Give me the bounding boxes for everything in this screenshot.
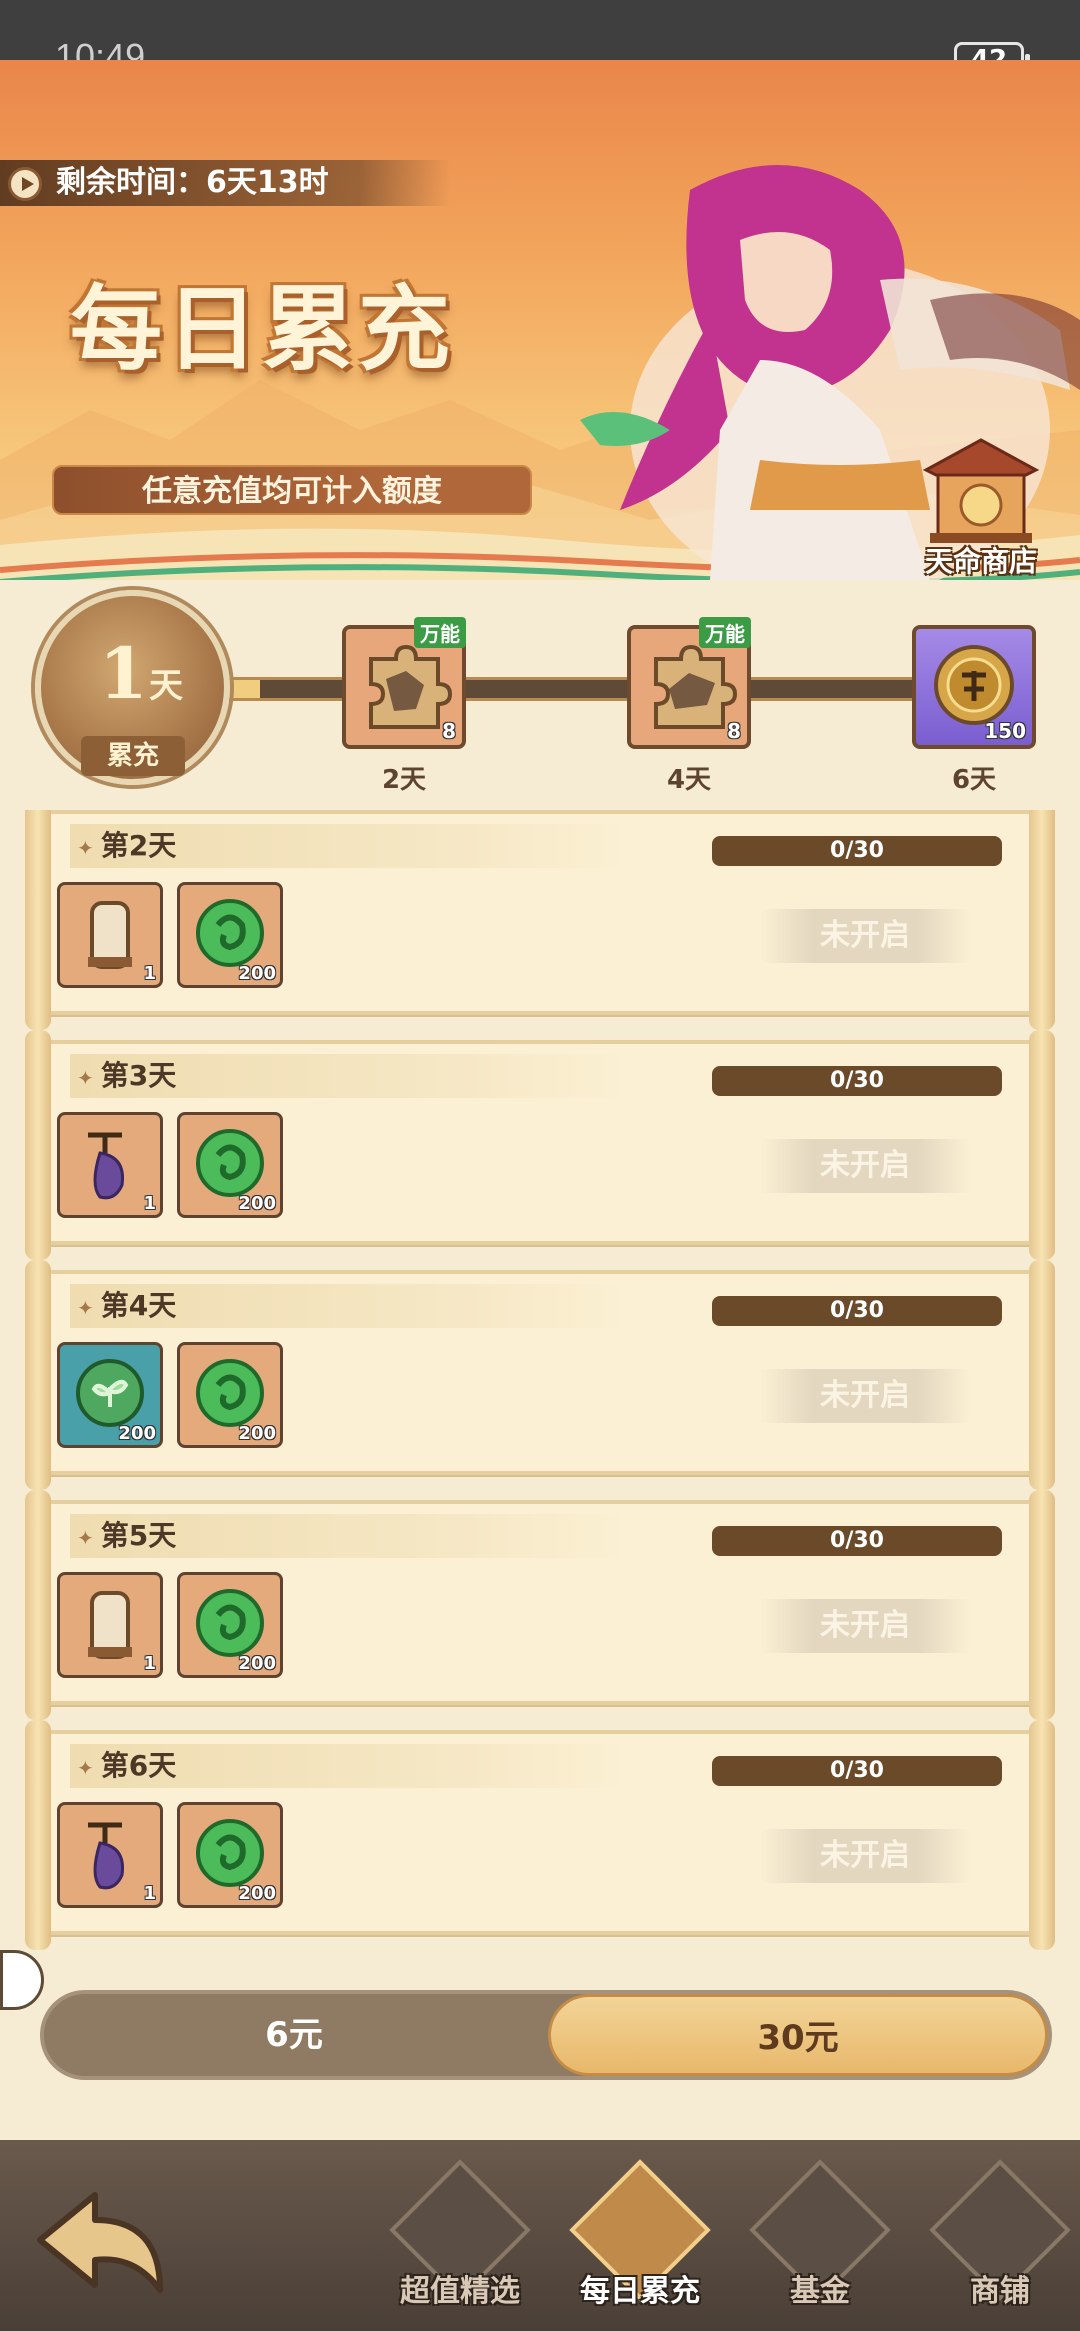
task-status-button[interactable]: 未开启 (760, 1829, 970, 1883)
milestone-reward-day6[interactable]: 150 6天 (912, 625, 1036, 796)
scroll-rod (1029, 1030, 1055, 1260)
reward-item[interactable]: 200 (177, 1572, 283, 1678)
task-title: 第5天 (77, 1514, 176, 1558)
nav-fund[interactable]: 基金 (740, 2150, 900, 2330)
daily-task-list[interactable]: 第2天0/301200未开启第3天0/301200未开启第4天0/3020020… (25, 810, 1055, 1955)
reward-item[interactable]: 1 (57, 1572, 163, 1678)
reward-item[interactable]: 200 (177, 882, 283, 988)
milestone-box: 150 (912, 625, 1036, 749)
task-card: 第4天 0/30 200 200 未开启 (25, 1260, 1055, 1490)
task-title: 第4天 (77, 1284, 176, 1328)
scroll-rod (25, 810, 51, 1030)
event-title: 每日累充 (70, 275, 455, 383)
task-progress: 0/30 (712, 1756, 1002, 1786)
current-day-unit: 天 (149, 666, 183, 706)
milestone-reward-day2[interactable]: 万能 8 2天 (342, 617, 466, 796)
clock-icon (8, 167, 42, 201)
milestone-count: 150 (984, 719, 1026, 743)
task-progress: 0/30 (712, 836, 1002, 866)
task-status-button[interactable]: 未开启 (760, 1599, 970, 1653)
scroll-rod (25, 1490, 51, 1720)
nav-label: 商铺 (970, 2274, 1030, 2309)
nav-daily-recharge[interactable]: 每日累充 (560, 2150, 720, 2330)
reward-qty: 1 (143, 963, 156, 984)
back-arrow-icon[interactable] (20, 2180, 170, 2320)
remaining-time: 剩余时间：6天13时 (0, 160, 450, 206)
reward-qty: 200 (238, 1193, 276, 1214)
status-bar: 10:49 42 (0, 0, 1080, 78)
reward-item[interactable]: 1 (57, 882, 163, 988)
nav-label: 超值精选 (400, 2274, 520, 2309)
reward-qty: 200 (238, 963, 276, 984)
reward-qty: 1 (143, 1883, 156, 1904)
task-card: 第5天 0/30 1 200 未开启 (25, 1490, 1055, 1720)
current-day-label: 累充 (81, 736, 185, 776)
task-card: 第3天 0/30 1 200 未开启 (25, 1030, 1055, 1260)
task-title: 第6天 (77, 1744, 176, 1788)
reward-item[interactable]: 200 (57, 1342, 163, 1448)
nav-shop[interactable]: 商铺 (920, 2150, 1080, 2330)
scroll-rod (1029, 810, 1055, 1030)
remaining-time-text: 剩余时间：6天13时 (56, 165, 329, 200)
milestone-label: 4天 (666, 765, 712, 795)
shop-pavilion-icon (922, 438, 1040, 543)
milestone-box: 万能 8 (342, 617, 466, 749)
task-progress: 0/30 (712, 1066, 1002, 1096)
reward-qty: 1 (143, 1653, 156, 1674)
shop-label: 天命商店 (924, 545, 1037, 578)
current-day-badge: 1 天 累充 (35, 590, 230, 785)
task-progress: 0/30 (712, 1526, 1002, 1556)
main-panel: 1 天 累充 万能 8 2天 万能 8 4天 150 6天 ✦ 第2天 0/30… (0, 580, 1080, 2140)
milestone-tag: 万能 (414, 617, 466, 648)
cumulative-progress-bar (200, 677, 920, 701)
scroll-rod (25, 1030, 51, 1260)
event-subtitle: 任意充值均可计入额度 (52, 465, 532, 515)
nav-label: 每日累充 (580, 2274, 700, 2309)
scroll-rod (25, 1260, 51, 1490)
task-status-button[interactable]: 未开启 (760, 909, 970, 963)
nav-label: 基金 (790, 2274, 850, 2309)
scroll-rod (1029, 1260, 1055, 1490)
scroll-rod (1029, 1720, 1055, 1950)
reward-item[interactable]: 200 (177, 1802, 283, 1908)
task-title: 第2天 (77, 824, 176, 868)
task-status-button[interactable]: 未开启 (760, 1369, 970, 1423)
tab-30-yuan[interactable]: 30元 (548, 1994, 1048, 2076)
price-tier-selector: 6元 30元 (40, 1990, 1052, 2080)
reward-qty: 200 (118, 1423, 156, 1444)
chat-bubble-icon[interactable] (0, 1950, 44, 2010)
reward-qty: 200 (238, 1653, 276, 1674)
current-day-number: 1 (99, 632, 148, 715)
milestone-count: 8 (442, 719, 456, 743)
bottom-navigation: 超值精选 每日累充 基金 商铺 (0, 2140, 1080, 2331)
tab-6-yuan[interactable]: 6元 (44, 1994, 544, 2076)
task-progress: 0/30 (712, 1296, 1002, 1326)
reward-item[interactable]: 200 (177, 1342, 283, 1448)
task-card: 第2天 0/30 1 200 未开启 (25, 810, 1055, 1030)
milestone-reward-day4[interactable]: 万能 8 4天 (627, 617, 751, 796)
milestone-box: 万能 8 (627, 617, 751, 749)
reward-qty: 1 (143, 1193, 156, 1214)
reward-qty: 200 (238, 1423, 276, 1444)
reward-item[interactable]: 1 (57, 1802, 163, 1908)
task-status-button[interactable]: 未开启 (760, 1139, 970, 1193)
task-card: 第6天 0/30 1 200 未开启 (25, 1720, 1055, 1950)
reward-item[interactable]: 1 (57, 1112, 163, 1218)
milestone-tag: 万能 (699, 617, 751, 648)
milestone-label: 6天 (951, 765, 997, 795)
reward-item[interactable]: 200 (177, 1112, 283, 1218)
nav-super-value[interactable]: 超值精选 (380, 2150, 540, 2330)
reward-qty: 200 (238, 1883, 276, 1904)
milestone-count: 8 (727, 719, 741, 743)
scroll-rod (25, 1720, 51, 1950)
destiny-shop-button[interactable]: 天命商店 (906, 430, 1056, 580)
task-title: 第3天 (77, 1054, 176, 1098)
scroll-rod (1029, 1490, 1055, 1720)
milestone-label: 2天 (381, 765, 427, 795)
